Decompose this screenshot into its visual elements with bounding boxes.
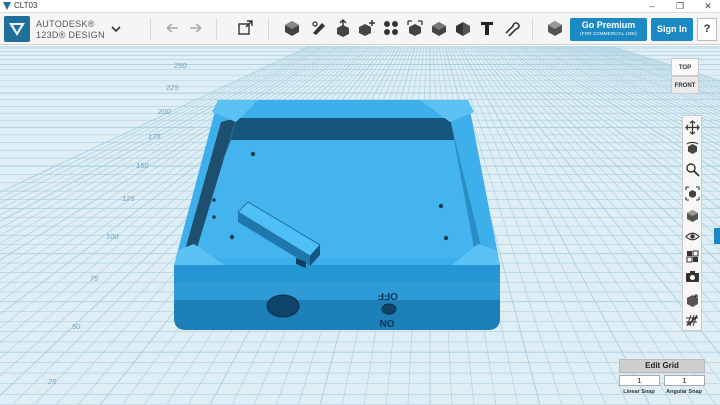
grid-label: 50	[72, 322, 81, 331]
view-cube-top[interactable]: TOP	[671, 58, 699, 76]
toolbar-separator	[216, 18, 217, 40]
navigation-bar	[682, 115, 702, 331]
side-panel-tab[interactable]	[714, 228, 720, 244]
grid-label: 25	[48, 377, 57, 386]
material-view-icon[interactable]	[685, 249, 700, 264]
logo-icon	[9, 23, 25, 36]
undo-icon[interactable]	[163, 19, 181, 37]
grid-label: 200	[158, 107, 171, 116]
modify-icon[interactable]	[358, 19, 376, 37]
grid-label: 125	[122, 194, 135, 203]
redo-icon[interactable]	[187, 19, 205, 37]
sketch-icon[interactable]	[310, 19, 328, 37]
pattern-icon[interactable]	[382, 19, 400, 37]
grid-label: 250	[174, 61, 187, 70]
measure-icon[interactable]	[454, 19, 472, 37]
grid-toggle-icon[interactable]	[685, 313, 700, 328]
transform-icon[interactable]	[236, 19, 254, 37]
primitives-icon[interactable]	[283, 19, 301, 37]
grouping-icon[interactable]	[406, 19, 424, 37]
text-icon[interactable]	[478, 19, 496, 37]
minimize-button[interactable]: –	[640, 0, 664, 13]
grid-label: 150	[136, 161, 149, 170]
snap-icon[interactable]	[502, 19, 520, 37]
linear-snap-label: Linear Snap	[623, 389, 655, 395]
title-bar: CLT03 – ❐ ✕	[0, 0, 720, 13]
angular-snap-label: Angular Snap	[666, 389, 702, 395]
viewport-3d[interactable]: OFF ON 250 225 200 175 150 125 100 75 50…	[0, 46, 720, 405]
sign-in-button[interactable]: Sign In	[651, 18, 693, 41]
go-premium-label: Go Premium	[581, 20, 636, 30]
brand-123d-design: 123D® DESIGN	[36, 30, 105, 40]
material-icon[interactable]	[546, 19, 564, 37]
model-text-on: ON	[380, 317, 395, 328]
toolbar-separator	[532, 18, 533, 40]
close-button[interactable]: ✕	[696, 0, 720, 13]
grid-label: 100	[106, 232, 119, 241]
view-cube[interactable]: TOP FRONT	[671, 58, 699, 94]
model-text-off: OFF	[378, 290, 398, 301]
toolbar-separator	[150, 18, 151, 40]
angular-snap-field[interactable]: 1	[664, 375, 705, 386]
go-premium-button[interactable]: Go Premium (FOR COMMERCIAL USE)	[570, 18, 647, 41]
eye-icon[interactable]	[685, 229, 700, 244]
fit-icon[interactable]	[685, 186, 700, 201]
help-button[interactable]: ?	[697, 18, 717, 41]
brand-autodesk: AUTODESK®	[36, 19, 95, 29]
window-title: CLT03	[14, 1, 38, 10]
linear-snap-field[interactable]: 1	[619, 375, 660, 386]
pan-icon[interactable]	[685, 120, 700, 135]
construct-icon[interactable]	[334, 19, 352, 37]
grid-settings-icon[interactable]	[685, 293, 700, 308]
view-cube-front[interactable]: FRONT	[671, 76, 699, 94]
grid-label: 225	[166, 83, 179, 92]
enclosure-model[interactable]	[174, 100, 500, 330]
edit-grid-button[interactable]: Edit Grid	[619, 359, 705, 373]
restore-button[interactable]: ❐	[668, 0, 692, 13]
zoom-icon[interactable]	[685, 162, 700, 177]
combine-icon[interactable]	[430, 19, 448, 37]
main-toolbar: AUTODESK® 123D® DESIGN Go Premium (FOR C…	[0, 13, 720, 45]
autodesk-logo	[4, 16, 30, 42]
scene-canvas[interactable]: OFF ON	[0, 46, 720, 405]
orbit-icon[interactable]	[685, 141, 700, 156]
toolbar-separator	[268, 18, 269, 40]
app-icon	[3, 2, 11, 10]
view-cube-icon[interactable]	[685, 208, 700, 223]
grid-label: 75	[90, 274, 99, 283]
go-premium-sublabel: (FOR COMMERCIAL USE)	[580, 31, 637, 36]
chevron-down-icon[interactable]	[110, 23, 122, 35]
camera-icon[interactable]	[685, 269, 700, 284]
grid-label: 175	[148, 132, 161, 141]
